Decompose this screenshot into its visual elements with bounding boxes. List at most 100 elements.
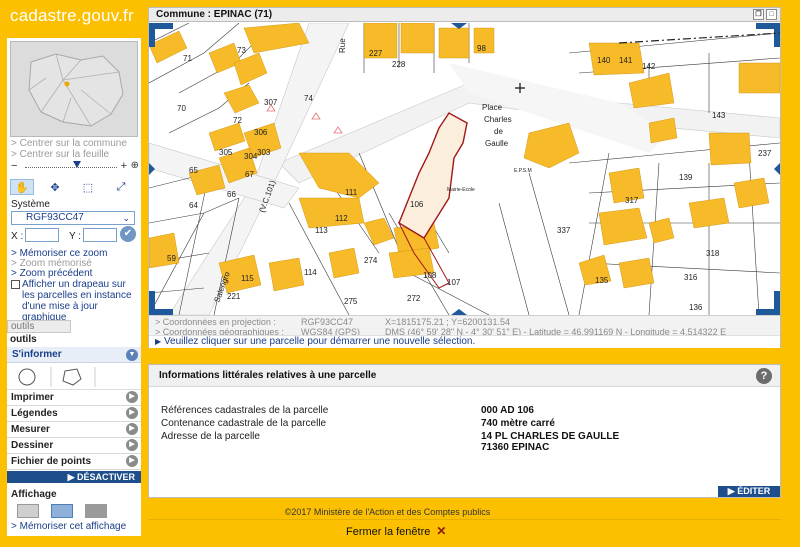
map-title-bar: Commune : EPINAC (71) ❐ □ [149,8,780,22]
parcel-number: 115 [241,274,254,283]
parcel-number: 64 [189,201,198,210]
menu-mesurer-label: Mesurer [11,424,50,435]
tab-advanced-tools[interactable]: outils avancés [7,333,73,358]
parcel-number: 112 [335,214,348,223]
close-icon[interactable]: ✕ [436,524,446,538]
parcel-number: 98 [477,44,486,53]
parcel-number: 304 [244,152,258,161]
info-value-adresse: 14 PL CHARLES DE GAULLE [481,431,620,442]
parcel-number: 139 [679,173,693,182]
zoom-box-icon[interactable]: ⬚ [76,179,100,195]
memorize-display-link[interactable]: > Mémoriser cet affichage [11,521,126,532]
parcel-info-panel: Informations littérales relatives à une … [148,364,781,498]
parcel-number: 140 [597,56,611,65]
arrow-right-icon: ▶ [126,455,138,467]
menu-fichier-points[interactable]: Fichier de points ▶ [7,454,141,470]
x-input[interactable] [25,228,59,242]
zoom-magnifier-icon[interactable]: ⊕ [131,160,139,171]
display-mode-1-icon[interactable] [17,504,39,518]
info-label-reference: Références cadastrales de la parcelle [161,405,329,416]
maximize-icon[interactable]: □ [766,9,777,20]
parcel-number: 114 [304,268,317,277]
rue-label: Rue [338,38,347,53]
help-icon[interactable]: ? [756,368,772,384]
menu-imprimer-label: Imprimer [11,392,54,403]
menu-legendes[interactable]: Légendes ▶ [7,406,141,422]
parcel-number: 142 [642,62,656,71]
parcel-number: 73 [237,46,246,55]
zoom-out-icon[interactable]: − [11,160,17,172]
mairie-label: Mairie-Ecole [447,187,475,193]
display-mode-2-icon[interactable] [51,504,73,518]
flag-checkbox[interactable] [11,280,20,289]
systeme-select[interactable]: RGF93CC47 ⌄ [11,211,135,225]
zoom-cursor-icon[interactable] [73,161,81,168]
parcel-number: 135 [595,276,609,285]
info-label-adresse: Adresse de la parcelle [161,431,260,442]
proj-label: > Coordonnées en projection : [155,317,276,327]
parcel-number: 74 [304,94,313,103]
map-hint: ▶ Veuillez cliquer sur une parcelle pour… [149,335,780,348]
x-label: X : [11,231,24,242]
parcel-number: 66 [227,190,236,199]
menu-legendes-label: Légendes [11,408,58,419]
proj-value: X=1815175.21 ; Y=6200131.54 [385,317,510,327]
parcel-number: 275 [344,297,358,306]
arrow-right-icon: ▶ [155,337,162,346]
charles-label: Charles [484,115,512,124]
editer-button[interactable]: ▶ ÉDITER [718,486,780,497]
overview-map-graphic [11,42,137,136]
parcel-number: 107 [447,278,461,287]
close-window-link[interactable]: Fermer la fenêtre ✕ [346,524,446,538]
site-logo[interactable]: cadastre.gouv.fr [10,6,134,26]
cadastral-map[interactable]: 71 73 70 72 74 307 306 305 304 303 67 66… [149,23,780,315]
info-value-contenance: 740 mètre carré [481,418,555,429]
move-cross-icon[interactable]: ✥ [43,179,67,195]
desactiver-button[interactable]: ▶ DÉSACTIVER [7,471,141,483]
overview-mini-map[interactable] [10,41,138,137]
coordinates-panel: > Coordonnées en projection : RGF93CC47 … [149,315,780,337]
affichage-panel: Affichage > Mémoriser cet affichage [7,486,141,536]
close-window-label: Fermer la fenêtre [346,526,431,538]
parcel-number: 71 [183,54,192,63]
menu-dessiner[interactable]: Dessiner ▶ [7,438,141,454]
shape-tools-graphic [18,367,96,387]
info-value-reference: 000 AD 106 [481,405,534,416]
menu-mesurer[interactable]: Mesurer ▶ [7,422,141,438]
check-icon[interactable]: ✔ [120,226,136,242]
proj-system: RGF93CC47 [301,317,354,327]
display-mode-3-icon[interactable] [85,504,107,518]
zoom-track[interactable] [25,167,117,169]
map-window: Commune : EPINAC (71) ❐ □ 71 73 70 72 74… [148,7,781,348]
info-label-contenance: Contenance cadastrale de la parcelle [161,418,327,429]
center-commune-link[interactable]: > Centrer sur la commune [11,138,127,149]
collapse-icon[interactable]: ▼ [126,349,138,361]
parcel-number: 106 [410,200,424,209]
zoom-precedent-link[interactable]: > Zoom précédent [11,268,92,279]
menu-imprimer[interactable]: Imprimer ▶ [7,390,141,406]
tab-simple-tools[interactable]: outils simples [7,320,71,343]
full-extent-icon[interactable]: ⤢ [109,179,133,195]
y-input[interactable] [83,228,117,242]
parcel-number: 237 [758,149,772,158]
pan-hand-icon[interactable]: ✋ [10,179,34,195]
place-label: Place [482,103,503,112]
sinformer-header[interactable]: S'informer ▼ [7,347,141,363]
gaulle-label: Gaulle [485,139,509,148]
menu-dessiner-label: Dessiner [11,440,54,451]
arrow-right-icon: ▶ [126,407,138,419]
center-feuille-link[interactable]: > Centrer sur la feuille [11,149,109,160]
desactiver-label: DÉSACTIVER [76,472,135,482]
systeme-label: Système [11,199,50,210]
zoom-in-icon[interactable]: + [121,160,127,172]
parcel-number: 228 [392,60,406,69]
parcel-number: 318 [706,249,720,258]
parcel-number: 59 [167,254,176,263]
parcel-number: 111 [345,188,358,197]
zoom-slider[interactable]: − + ⊕ [11,160,139,174]
restore-icon[interactable]: ❐ [753,9,764,20]
flag-option[interactable]: Afficher un drapeau sur les parcelles en… [11,279,139,323]
map-title: Commune : EPINAC (71) [156,9,273,20]
parcel-number: 136 [689,303,703,312]
arrow-right-icon: ▶ [126,423,138,435]
